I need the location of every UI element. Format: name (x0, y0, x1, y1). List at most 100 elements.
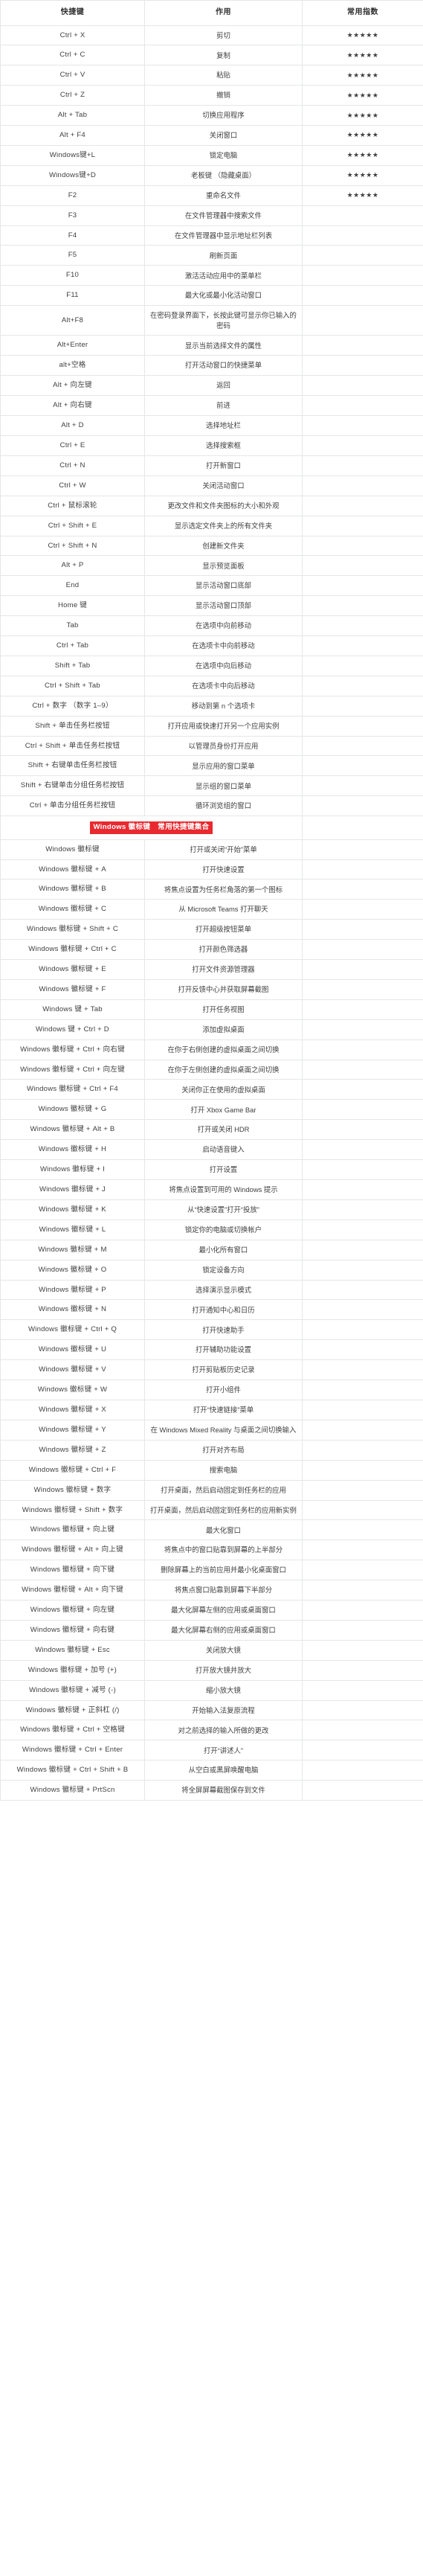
shortcut-action-cell: 打开应用或快速打开另一个应用实例 (144, 715, 303, 737)
shortcut-action-cell: 关闭你正在使用的虚拟桌面 (144, 1079, 303, 1100)
shortcut-key-cell: Windows 徽标键 + Alt + 向下键 (0, 1580, 145, 1601)
shortcut-key-cell: Alt + 向右键 (0, 395, 145, 417)
shortcut-rating-cell (302, 695, 423, 717)
shortcut-rating-cell (302, 735, 423, 757)
shortcut-rating-cell (302, 1720, 423, 1741)
table-row: Windows 徽标键 + Ctrl + Shift + B 从空白或黑屏唤醒电脑 (0, 1760, 423, 1781)
table-row: Windows 徽标键 + Alt + B 打开或关闭 HDR (0, 1119, 423, 1141)
table-row: Windows 徽标键 + I 打开设置 (0, 1159, 423, 1181)
table-row: F5 刷新页面 (0, 245, 423, 266)
shortcut-key-cell: F5 (0, 245, 145, 266)
table-row: Ctrl + E 选择搜索框 (0, 435, 423, 456)
section-header-rating-cell (302, 816, 423, 840)
shortcut-action-cell: 粘贴 (144, 65, 303, 86)
table-row: Windows 徽标键 + L 锁定你的电脑或切换帐户 (0, 1219, 423, 1240)
table-row: Windows 徽标键 + Shift + C 打开超级按钮菜单 (0, 919, 423, 941)
shortcut-key-cell: Ctrl + Tab (0, 635, 145, 656)
shortcut-action-cell: 在 Windows Mixed Reality 与桌面之间切换输入 (144, 1419, 303, 1441)
shortcut-key-cell: Shift + 单击任务栏按钮 (0, 715, 145, 737)
shortcut-rating-cell (302, 919, 423, 941)
shortcut-key-cell: Windows 徽标键 + 数字 (0, 1479, 145, 1501)
table-row: Windows 徽标键 + Ctrl + Q 打开快速助手 (0, 1319, 423, 1341)
shortcut-rating-cell: ★★★★★ (302, 125, 423, 146)
shortcut-key-cell: Windows 徽标键 + Alt + 向上键 (0, 1539, 145, 1561)
table-row: Windows 徽标键 + K 从“快速设置”打开“投放” (0, 1199, 423, 1220)
shortcut-key-cell: Windows 徽标键 + Esc (0, 1639, 145, 1661)
table-row: Ctrl + V 粘贴 ★★★★★ (0, 65, 423, 86)
shortcut-rating-cell (302, 1319, 423, 1341)
shortcut-rating-cell (302, 555, 423, 577)
table-row: Shift + 单击任务栏按钮 打开应用或快速打开另一个应用实例 (0, 715, 423, 737)
table-row: Ctrl + C 复制 ★★★★★ (0, 45, 423, 66)
shortcut-key-cell: Windows 徽标键 + Ctrl + F4 (0, 1079, 145, 1100)
shortcut-rating-cell: ★★★★★ (302, 164, 423, 186)
table-row: Windows 徽标键 + 向下键 删除屏幕上的当前应用并最小化桌面窗口 (0, 1560, 423, 1581)
shortcut-rating-cell (302, 959, 423, 980)
shortcut-key-cell: Windows 徽标键 + V (0, 1359, 145, 1381)
shortcut-key-cell: Windows键+D (0, 164, 145, 186)
shortcut-rating-cell (302, 1699, 423, 1721)
shortcut-rating-cell (302, 999, 423, 1020)
shortcut-rating-cell (302, 595, 423, 617)
table-row: Windows 徽标键 + 减号 (-) 缩小放大镜 (0, 1679, 423, 1701)
table-row: Windows 徽标键 + Ctrl + F4 关闭你正在使用的虚拟桌面 (0, 1079, 423, 1100)
shortcut-action-cell: 从空白或黑屏唤醒电脑 (144, 1760, 303, 1781)
table-row: F2 重命名文件 ★★★★★ (0, 185, 423, 206)
header-row: 快捷键 作用 常用指数 (0, 0, 423, 26)
shortcut-action-cell: 打开放大镜并放大 (144, 1659, 303, 1681)
shortcut-action-cell: 打开超级按钮菜单 (144, 919, 303, 941)
shortcut-action-cell: 剪切 (144, 25, 303, 46)
shortcut-rating-cell (302, 1519, 423, 1541)
shortcut-rating-cell (302, 1639, 423, 1661)
table-row: Alt + D 选择地址栏 (0, 415, 423, 436)
table-row: Windows 徽标键 + Alt + 向下键 将焦点窗口贴靠到屏幕下半部分 (0, 1580, 423, 1601)
table-header: 快捷键 作用 常用指数 (0, 0, 423, 26)
table-row: Shift + 右键单击分组任务栏按钮 显示组的窗口菜单 (0, 775, 423, 797)
table-row: Windows 徽标键 + 加号 (+) 打开放大镜并放大 (0, 1659, 423, 1681)
shortcut-rating-cell (302, 1079, 423, 1100)
shortcut-action-cell: 从“快速设置”打开“投放” (144, 1199, 303, 1220)
table-row: Home 键显示活动窗口顶部 (0, 595, 423, 617)
shortcut-key-cell: Windows 徽标键 + H (0, 1139, 145, 1161)
star-rating: ★★★★★ (346, 71, 379, 79)
table-row: Windows 徽标键 + N 打开通知中心和日历 (0, 1299, 423, 1321)
shortcut-action-cell: 在密码登录界面下，长按此键可显示你已输入的密码 (144, 305, 303, 336)
shortcut-key-cell: Windows 徽标键 + L (0, 1219, 145, 1240)
shortcut-action-cell: 缩小放大镜 (144, 1679, 303, 1701)
shortcut-rating-cell (302, 859, 423, 880)
table-row: Alt + Tab 切换应用程序 ★★★★★ (0, 105, 423, 126)
shortcut-rating-cell (302, 1619, 423, 1641)
shortcut-key-cell: Ctrl + Shift + N (0, 535, 145, 557)
shortcut-action-cell: 在选项卡中向前移动 (144, 635, 303, 656)
shortcut-action-cell: 在选项中向前移动 (144, 615, 303, 637)
table-row: alt+空格 打开活动窗口的快捷菜单 (0, 355, 423, 377)
table-row: Windows 徽标键 + PrtScn 将全屏屏幕截图保存到文件 (0, 1780, 423, 1801)
table-row: Windows 徽标键 + Z 打开对齐布局 (0, 1439, 423, 1461)
shortcut-action-cell: 将焦点设置到可用的 Windows 提示 (144, 1179, 303, 1200)
shortcut-rating-cell (302, 899, 423, 920)
shortcut-action-cell: 最大化或最小化活动窗口 (144, 285, 303, 307)
shortcut-rating-cell (302, 205, 423, 226)
shortcut-rating-cell (302, 839, 423, 860)
shortcut-rating-cell (302, 1740, 423, 1761)
shortcut-rating-cell (302, 1539, 423, 1561)
shortcut-action-cell: 最大化屏幕左侧的应用或桌面窗口 (144, 1600, 303, 1621)
section-header-cell: Windows 徽标键 常用快捷键集合 (0, 816, 303, 840)
table-row: Windows 徽标键 + J 将焦点设置到可用的 Windows 提示 (0, 1179, 423, 1200)
shortcut-sheet: 快捷键 作用 常用指数 Ctrl + X 剪切 ★★★★★ Ctrl + C 复制 ★★★… (0, 0, 423, 1801)
table-row: Windows 徽标键 + B 将焦点设置为任务栏角落的第一个图标 (0, 879, 423, 900)
table-row: Ctrl + W 关闭活动窗口 (0, 475, 423, 496)
shortcut-rating-cell (302, 1099, 423, 1121)
shortcut-rating-cell (302, 535, 423, 557)
star-rating: ★★★★★ (346, 51, 379, 59)
table-row: Alt + P 显示预览面板 (0, 555, 423, 577)
shortcut-rating-cell (302, 1419, 423, 1441)
shortcut-action-cell: 打开剪贴板历史记录 (144, 1359, 303, 1381)
shortcut-rating-cell (302, 675, 423, 696)
table-row: Windows 徽标键 + Ctrl + 向左键 在你于左侧创建的虚拟桌面之间切换 (0, 1059, 423, 1080)
shortcut-rating-cell (302, 475, 423, 496)
star-rating: ★★★★★ (346, 191, 379, 199)
shortcut-rating-cell (302, 435, 423, 456)
shortcut-rating-cell (302, 245, 423, 266)
shortcut-key-cell: Windows 徽标键 + Ctrl + C (0, 939, 145, 961)
